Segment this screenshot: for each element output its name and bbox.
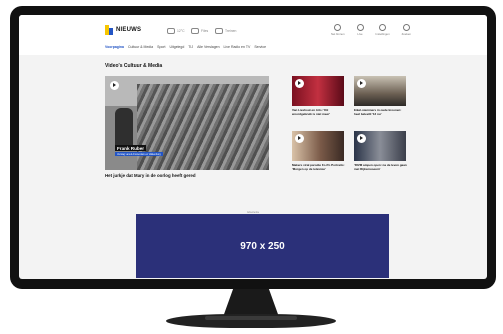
main-video-headline[interactable]: Het jurkje dat Mary in de oorlog heeft g… — [105, 173, 196, 178]
logo-icon — [105, 25, 113, 35]
browser-viewport[interactable]: NIEUWS 12°C Files Treinen Net binnen Liv… — [19, 15, 487, 279]
search-icon — [402, 24, 410, 31]
car-icon — [191, 28, 199, 34]
header-tools: Net binnen Live Instellingen Zoeken — [331, 24, 411, 36]
tool-live[interactable]: Live — [356, 24, 364, 36]
video-caption-name: Frank Ruber — [115, 145, 147, 151]
nav-item-cultuur[interactable]: Cultuur & Media — [128, 45, 153, 49]
site-logo[interactable]: NIEUWS — [105, 25, 141, 35]
nav-item-live[interactable]: Live Radio en TV — [224, 45, 251, 49]
weather-text: 12°C — [177, 29, 185, 33]
traffic-item[interactable]: Files — [191, 28, 208, 34]
play-icon[interactable] — [295, 134, 304, 143]
section-title: Video's Cultuur & Media — [105, 63, 163, 69]
logo-text: NIEUWS — [116, 27, 142, 33]
video-caption-sub: Verslag vanuit Amsterdam en Valkenburg — [115, 152, 163, 156]
video-thumb-3[interactable] — [292, 131, 344, 161]
tool-label: Instellingen — [375, 32, 390, 36]
clock-icon — [334, 24, 342, 31]
video-thumb-caption-1[interactable]: Van Lieshout en Arts: 'Dit woordgebruik … — [292, 108, 346, 116]
site-header: NIEUWS 12°C Files Treinen Net binnen Liv… — [19, 15, 487, 55]
nav-item-voorpagina[interactable]: Voorpagina — [105, 45, 124, 49]
video-thumb-caption-3[interactable]: Makers viral parodie Fo-Po Portraits: 'M… — [292, 163, 346, 171]
stand-highlight — [205, 316, 297, 320]
nav-item-tij[interactable]: TIJ — [188, 45, 193, 49]
play-icon[interactable] — [295, 79, 304, 88]
video-thumb-2[interactable] — [354, 76, 406, 106]
monitor-stand-neck — [223, 289, 279, 317]
monitor-frame: NIEUWS 12°C Files Treinen Net binnen Liv… — [10, 6, 496, 289]
tool-label: Live — [357, 32, 363, 36]
tool-net-binnen[interactable]: Net binnen — [331, 24, 345, 36]
play-icon[interactable] — [357, 134, 366, 143]
radio-icon — [356, 24, 364, 31]
video-thumb-caption-4[interactable]: 'RIVM ampen open: na de leven gaan met R… — [354, 163, 408, 171]
train-item[interactable]: Treinen — [215, 28, 236, 34]
video-thumb-caption-2[interactable]: Eikel-stemmers in oude kroonen: heel bel… — [354, 108, 408, 116]
train-text: Treinen — [225, 29, 237, 33]
nav-item-verslagen[interactable]: Alle Verslagen — [197, 45, 219, 49]
weather-item[interactable]: 12°C — [167, 28, 185, 34]
nav-item-sport[interactable]: Sport — [157, 45, 165, 49]
main-nav: Voorpagina Cultuur & Media Sport Uitgele… — [105, 45, 266, 49]
play-icon[interactable] — [357, 79, 366, 88]
traffic-text: Files — [201, 29, 209, 33]
gear-icon — [379, 24, 387, 31]
nav-item-service[interactable]: Service — [254, 45, 266, 49]
tool-label: Net binnen — [330, 32, 345, 36]
ad-size-text: 970 x 250 — [240, 240, 285, 252]
tool-label: Zoeken — [401, 32, 411, 36]
tool-search[interactable]: Zoeken — [402, 24, 411, 36]
tool-settings[interactable]: Instellingen — [376, 24, 390, 36]
ad-banner[interactable]: 970 x 250 — [136, 214, 389, 278]
video-thumb-4[interactable] — [354, 131, 406, 161]
nav-item-uitgelegd[interactable]: Uitgelegd — [169, 45, 184, 49]
cloud-icon — [167, 28, 175, 34]
trein-icon — [215, 28, 223, 34]
video-thumb-1[interactable] — [292, 76, 344, 106]
play-icon[interactable] — [110, 81, 119, 90]
